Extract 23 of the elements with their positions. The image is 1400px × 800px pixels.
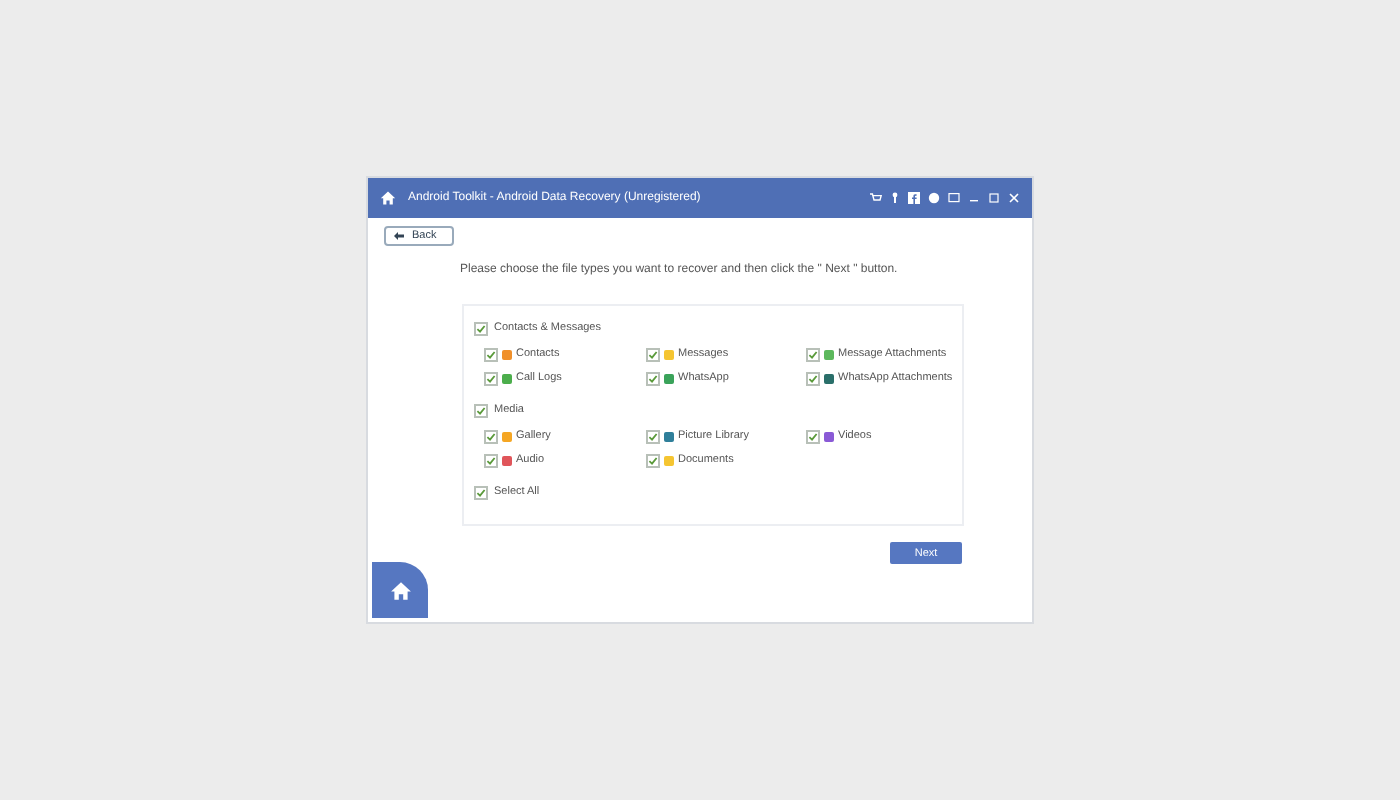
checkbox[interactable]: [646, 429, 660, 443]
checkbox[interactable]: [474, 321, 488, 335]
home-icon[interactable]: [389, 579, 411, 601]
checkbox[interactable]: [484, 371, 498, 385]
cart-icon[interactable]: [870, 192, 882, 204]
back-arrow-icon: [394, 232, 404, 240]
facebook-icon[interactable]: [908, 192, 920, 204]
checkbox[interactable]: [484, 429, 498, 443]
checkbox[interactable]: [646, 347, 660, 361]
home-icon[interactable]: [380, 190, 396, 206]
checkbox[interactable]: [806, 347, 820, 361]
key-icon[interactable]: [890, 192, 900, 204]
checkbox[interactable]: [474, 485, 488, 499]
checkbox[interactable]: [646, 371, 660, 385]
home-tab[interactable]: [372, 562, 428, 618]
close-icon[interactable]: [1008, 192, 1020, 204]
checkbox[interactable]: [484, 347, 498, 361]
checkbox[interactable]: [806, 429, 820, 443]
checkbox[interactable]: [474, 403, 488, 417]
checkbox[interactable]: [484, 453, 498, 467]
maximize-icon[interactable]: [988, 192, 1000, 204]
checkbox[interactable]: [806, 371, 820, 385]
checkbox[interactable]: [646, 453, 660, 467]
